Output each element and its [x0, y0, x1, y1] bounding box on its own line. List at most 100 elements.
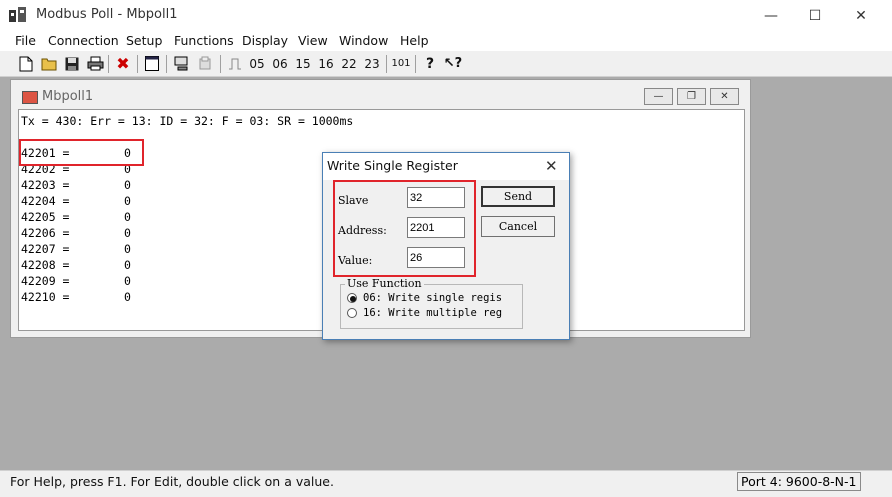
function-06-button[interactable]: 06 — [270, 53, 290, 74]
printer-icon — [87, 56, 103, 71]
function-05-button[interactable]: 05 — [247, 53, 267, 74]
register-row[interactable]: 42207 = — [21, 242, 69, 258]
register-address: 42203 = — [21, 178, 70, 192]
close-icon: ✕ — [720, 91, 729, 102]
register-value[interactable]: 0 — [124, 290, 131, 306]
register-row[interactable]: 42206 = — [21, 226, 69, 242]
dialog-title-bar: Write Single Register ✕ — [323, 153, 569, 180]
poll-status-line: Tx = 430: Err = 13: ID = 32: F = 03: SR … — [21, 114, 354, 128]
context-help-icon: ↖? — [443, 56, 463, 71]
new-document-icon — [19, 56, 33, 71]
radio-function-16[interactable] — [347, 308, 357, 318]
fields-highlight — [333, 180, 476, 277]
register-value[interactable]: 0 — [124, 226, 131, 242]
register-value[interactable]: 0 — [124, 242, 131, 258]
close-button[interactable]: ✕ — [838, 0, 884, 31]
menu-help[interactable]: Help — [400, 33, 429, 48]
status-help-text: For Help, press F1. For Edit, double cli… — [10, 474, 334, 489]
maximize-button[interactable]: ☐ — [792, 0, 838, 31]
minimize-button[interactable]: — — [748, 0, 794, 31]
toolbar-separator — [108, 55, 109, 73]
connect-button[interactable] — [172, 53, 192, 74]
toolbar-separator — [386, 55, 387, 73]
window-icon — [145, 56, 159, 71]
register-address: 42207 = — [21, 242, 70, 256]
register-address: 42208 = — [21, 258, 70, 272]
child-minimize-button[interactable]: — — [644, 88, 673, 105]
port-status: Port 4: 9600-8-N-1 — [737, 472, 861, 491]
context-help-button[interactable]: ↖? — [443, 53, 463, 74]
register-value[interactable]: 0 — [124, 210, 131, 226]
menu-setup[interactable]: Setup — [126, 33, 162, 48]
register-row[interactable]: 42208 = — [21, 258, 69, 274]
menu-connection[interactable]: Connection — [48, 33, 119, 48]
app-icon — [9, 7, 26, 22]
restore-icon: ❐ — [687, 91, 696, 102]
cancel-button[interactable]: Cancel — [481, 216, 555, 237]
register-value[interactable]: 0 — [124, 194, 131, 210]
delete-button[interactable]: ✖ — [113, 53, 133, 74]
display-101-button[interactable]: 101 — [390, 53, 412, 74]
pulse-icon — [229, 58, 241, 69]
help-button[interactable]: ? — [420, 53, 440, 74]
open-button[interactable] — [39, 53, 59, 74]
menu-file[interactable]: File — [15, 33, 36, 48]
menu-functions[interactable]: Functions — [174, 33, 234, 48]
register-value[interactable]: 0 — [124, 274, 131, 290]
register-row[interactable]: 42209 = — [21, 274, 69, 290]
print-button[interactable] — [85, 53, 105, 74]
toolbar-separator — [166, 55, 167, 73]
register-row[interactable]: 42204 = — [21, 194, 69, 210]
save-button[interactable] — [62, 53, 82, 74]
delete-x-icon: ✖ — [116, 54, 130, 73]
function-15-button[interactable]: 15 — [293, 53, 313, 74]
register-row[interactable]: 42210 = — [21, 290, 69, 306]
radio-label-function-16: 16: Write multiple reg — [363, 307, 503, 319]
use-function-title: Use Function — [345, 277, 424, 290]
menu-view[interactable]: View — [298, 33, 328, 48]
first-register-highlight — [19, 139, 144, 166]
maximize-icon: ☐ — [808, 7, 822, 24]
toolbar-separator — [220, 55, 221, 73]
register-address: 42206 = — [21, 226, 70, 240]
radio-label-function-06: 06: Write single regis — [363, 292, 503, 304]
menu-window[interactable]: Window — [339, 33, 388, 48]
menu-bar: File Connection Setup Functions Display … — [0, 31, 892, 51]
disconnect-button[interactable] — [195, 53, 215, 74]
register-address: 42204 = — [21, 194, 70, 208]
write-single-register-dialog: Write Single Register ✕ Slave Address: V… — [322, 152, 570, 340]
function-23-button[interactable]: 23 — [362, 53, 382, 74]
help-question-icon: ? — [425, 55, 435, 72]
poll-window-title: Mbpoll1 — [42, 89, 94, 104]
window-title: Modbus Poll - Mbpoll1 — [36, 7, 178, 22]
close-icon: ✕ — [545, 157, 558, 175]
register-value[interactable]: 0 — [124, 178, 131, 194]
minimize-icon: — — [764, 7, 778, 24]
document-icon — [22, 91, 38, 104]
register-address: 42209 = — [21, 274, 70, 288]
new-button[interactable] — [16, 53, 36, 74]
disconnect-icon — [199, 56, 211, 70]
register-value[interactable]: 0 — [124, 258, 131, 274]
menu-display[interactable]: Display — [242, 33, 288, 48]
connect-icon — [174, 56, 188, 71]
dialog-close-button[interactable]: ✕ — [545, 157, 558, 175]
child-restore-button[interactable]: ❐ — [677, 88, 706, 105]
toolbar: ✖ 05 06 15 16 22 23 101 ? ↖? — [0, 51, 892, 77]
register-address: 42205 = — [21, 210, 70, 224]
radio-function-06[interactable] — [347, 293, 357, 303]
register-row[interactable]: 42205 = — [21, 210, 69, 226]
open-folder-icon — [41, 58, 56, 70]
send-button[interactable]: Send — [481, 186, 555, 207]
pulse-button[interactable] — [226, 53, 244, 74]
function-16-button[interactable]: 16 — [316, 53, 336, 74]
toolbar-separator — [415, 55, 416, 73]
register-address: 42210 = — [21, 290, 70, 304]
function-22-button[interactable]: 22 — [339, 53, 359, 74]
child-close-button[interactable]: ✕ — [710, 88, 739, 105]
window-button[interactable] — [142, 53, 162, 74]
toolbar-separator — [137, 55, 138, 73]
close-icon: ✕ — [855, 7, 867, 24]
register-row[interactable]: 42203 = — [21, 178, 69, 194]
save-disk-icon — [65, 57, 79, 70]
